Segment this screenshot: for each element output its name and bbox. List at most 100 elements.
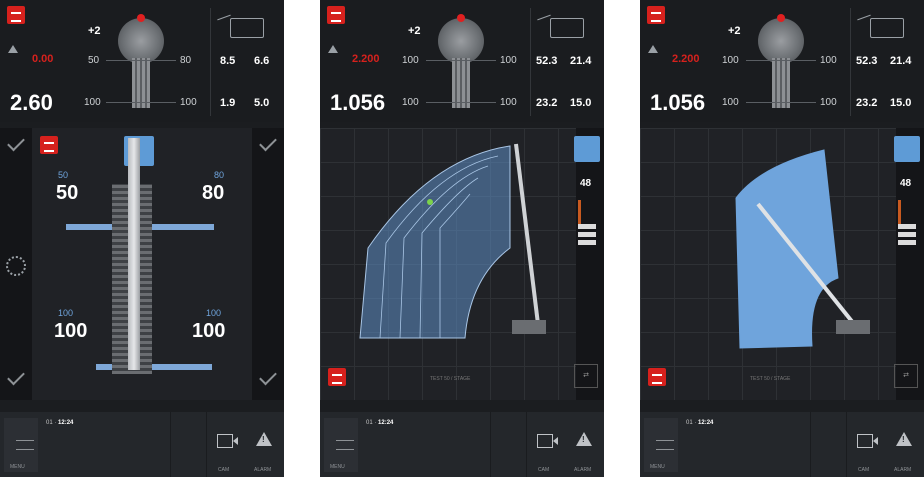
- chart-mode-button[interactable]: [574, 136, 600, 162]
- divider: [210, 8, 211, 116]
- load-warning-icon: [8, 45, 18, 53]
- slew-indicator-icon: [777, 14, 785, 22]
- slew-indicator-icon: [137, 14, 145, 22]
- working-range-chart: [735, 149, 870, 349]
- radius-value-b: 21.4: [570, 55, 592, 67]
- alarm-icon[interactable]: [896, 432, 912, 446]
- date-value: 01: [366, 420, 373, 426]
- brand-logo-icon: [648, 368, 666, 386]
- limit-bar-segment: [898, 224, 916, 229]
- limit-value: 48: [900, 178, 912, 189]
- radius-value-c: 23.2: [856, 97, 878, 109]
- radius-value-a: 8.5: [220, 55, 236, 67]
- radius-value-a: 52.3: [536, 55, 558, 67]
- outrigger-rear-left: 100: [402, 97, 419, 108]
- chart-note: TEST 50 / STAGE: [750, 376, 791, 382]
- crane-boom-icon: [128, 138, 140, 370]
- chart-mode-button[interactable]: [894, 136, 920, 162]
- outrigger-rear-right: 100: [820, 97, 837, 108]
- camera-icon[interactable]: [857, 434, 878, 448]
- outrigger-rl-value: 100: [54, 320, 88, 342]
- settings-gear-icon[interactable]: [6, 256, 26, 276]
- brand-logo-icon: [327, 6, 345, 24]
- clock: 01 · 12:24: [46, 420, 74, 426]
- menu-icon: [16, 440, 34, 450]
- limit-bar-segment: [578, 240, 596, 245]
- load-limit-value: 2.200: [672, 53, 700, 65]
- camera-icon[interactable]: [217, 434, 238, 448]
- brand-logo-icon: [40, 136, 58, 154]
- outrigger-scale-bottom: [426, 102, 496, 103]
- load-warning-icon: [328, 45, 338, 53]
- empty-slot: [170, 412, 207, 477]
- outrigger-front-left: 100: [402, 55, 419, 66]
- brand-logo-icon: [7, 6, 25, 24]
- limit-bar-segment: [578, 232, 596, 237]
- load-warning-icon: [648, 45, 658, 53]
- empty-slot: [450, 412, 491, 477]
- alarm-label: ALARM: [254, 467, 272, 473]
- load-value: 1.056: [330, 90, 386, 115]
- crane-screen-working-range: 2.200 1.056 +2 100 100 100 100 52.3 21.4…: [640, 0, 924, 477]
- outrigger-rr-value: 100: [192, 320, 226, 342]
- crane-base-icon: [836, 320, 870, 334]
- time-value: 12:24: [58, 420, 74, 426]
- crane-top-view-icon: [452, 58, 470, 108]
- outrigger-rl-target: 100: [58, 308, 74, 318]
- date-value: 01: [686, 420, 693, 426]
- load-limit-value: 0.00: [32, 53, 54, 65]
- status-panel: 2.200 1.056 +2 100 100 100 100 52.3 21.4…: [320, 0, 604, 122]
- outrigger-scale-bottom: [746, 102, 816, 103]
- load-chart: [359, 143, 546, 339]
- crane-base-icon: [512, 320, 546, 334]
- alarm-label: ALARM: [894, 467, 912, 473]
- working-range-area: [735, 149, 839, 349]
- outrigger-rr-target: 100: [206, 308, 222, 318]
- alarm-icon[interactable]: [576, 432, 592, 446]
- outrigger-fl-target: 50: [58, 170, 69, 180]
- time-value: 12:24: [378, 420, 394, 426]
- divider: [530, 8, 531, 116]
- time-value: 12:24: [698, 420, 714, 426]
- crane-profile-icon: [230, 18, 264, 38]
- limit-bar-segment: [898, 232, 916, 237]
- radius-value-b: 6.6: [254, 55, 270, 67]
- dolly-button-icon[interactable]: ⇄: [574, 364, 598, 388]
- bottom-bar: MENU 01 · 12:24 CAM ALARM: [320, 412, 604, 477]
- empty-slot: [490, 412, 527, 477]
- outrigger-front-left: 100: [722, 55, 739, 66]
- outrigger-rear-left: 100: [722, 97, 739, 108]
- dolly-button-icon[interactable]: ⇄: [894, 364, 918, 388]
- outrigger-front-right: 100: [500, 55, 517, 66]
- status-panel: 2.200 1.056 +2 100 100 100 100 52.3 21.4…: [640, 0, 924, 122]
- clock: 01 · 12:24: [366, 420, 394, 426]
- outrigger-beam-rear-right: [152, 364, 212, 370]
- empty-slot: [810, 412, 847, 477]
- radius-value-d: 15.0: [570, 97, 592, 109]
- limit-value: 48: [580, 178, 592, 189]
- working-range-view: 48 TEST 50 / STAGE ⇄: [640, 128, 924, 400]
- crane-profile-icon: [550, 18, 584, 38]
- bottom-bar: MENU 01 · 12:24 CAM ALARM: [0, 412, 284, 477]
- outrigger-scale-top: [426, 60, 496, 61]
- outrigger-rear-right: 100: [180, 97, 197, 108]
- crane-profile-icon: [870, 18, 904, 38]
- radius-value-c: 1.9: [220, 97, 236, 109]
- radius-value-d: 5.0: [254, 97, 270, 109]
- outrigger-scale-top: [106, 60, 176, 61]
- slew-indicator-icon: [457, 14, 465, 22]
- alarm-icon[interactable]: [256, 432, 272, 446]
- crane-screen-outriggers: 0.00 2.60 +2 50 80 100 100 8.5 6.6 1.9 5…: [0, 0, 284, 477]
- level-offset: +2: [408, 25, 421, 37]
- outrigger-scale-bottom: [106, 102, 176, 103]
- radius-value-b: 21.4: [890, 55, 912, 67]
- outrigger-front-right: 100: [820, 55, 837, 66]
- outrigger-scale-top: [746, 60, 816, 61]
- right-sidebar: [576, 128, 604, 400]
- crane-top-view-icon: [772, 58, 790, 108]
- radius-value-a: 52.3: [856, 55, 878, 67]
- menu-icon: [336, 440, 354, 450]
- load-value: 1.056: [650, 90, 706, 115]
- camera-icon[interactable]: [537, 434, 558, 448]
- limit-bar-segment: [578, 224, 596, 229]
